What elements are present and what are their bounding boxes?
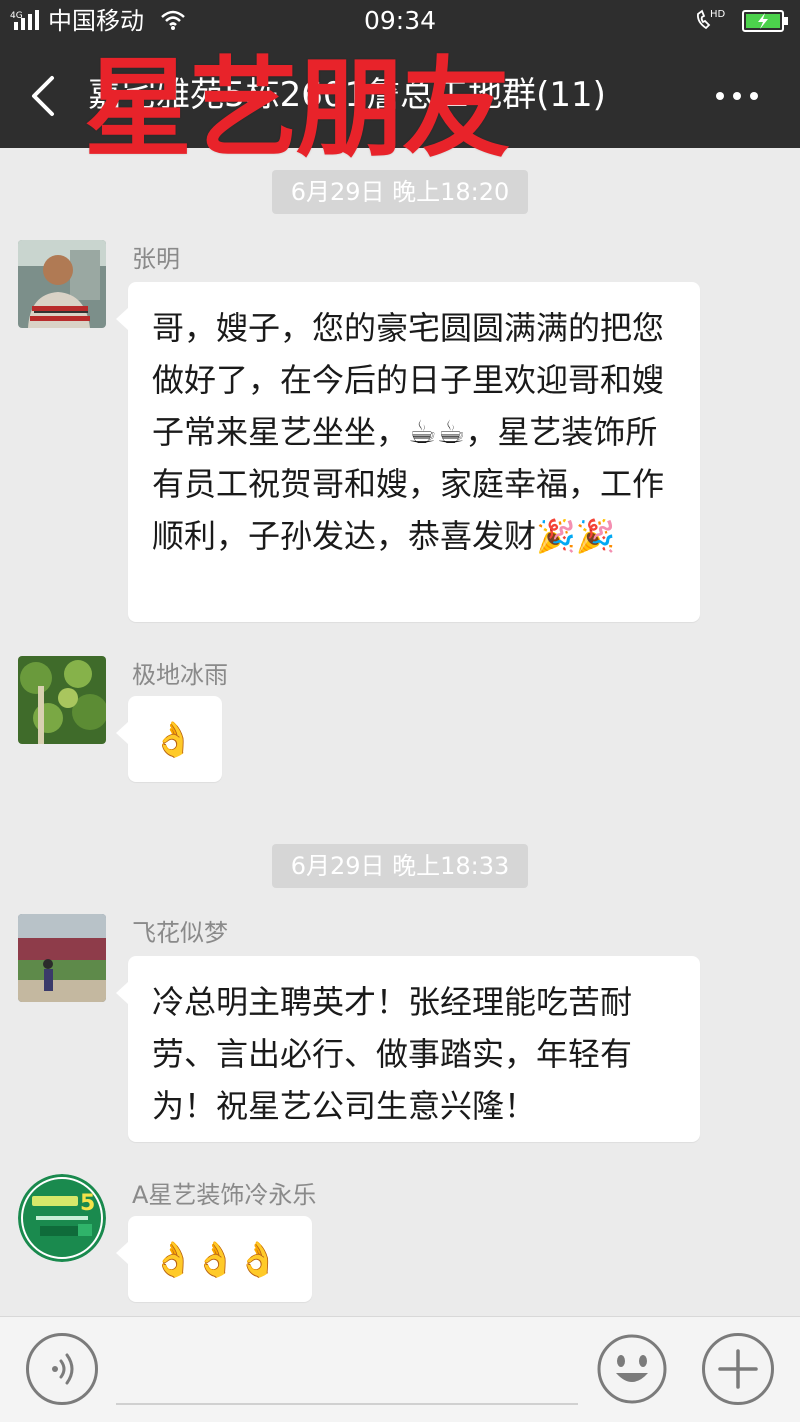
avatar-badge-text: 5 — [80, 1191, 95, 1216]
voice-icon — [52, 1353, 74, 1385]
watermark-text: 星艺朋友 — [84, 47, 510, 172]
message-bubble[interactable]: 👌 — [116, 696, 222, 782]
status-bar: 4G 中国移动 09:34 HD — [0, 0, 800, 42]
hd-call-icon: HD — [697, 9, 726, 30]
message-bubble[interactable]: 哥，嫂子，您的豪宅圆圆满满的把您做好了，在今后的日子里欢迎哥和嫂子常来星艺坐坐，… — [116, 282, 700, 622]
battery-charging-icon — [742, 10, 788, 32]
avatar[interactable]: 5 — [18, 1174, 106, 1262]
emoji-icon[interactable] — [596, 1333, 668, 1405]
timestamp: 6月29日 晚上18:20 — [272, 170, 528, 214]
input-bar — [0, 1316, 800, 1422]
message-bubble[interactable]: 冷总明主聘英才！张经理能吃苦耐劳、言出必行、做事踏实，年轻有为！祝星艺公司生意兴… — [116, 956, 700, 1142]
clock: 09:34 — [363, 6, 437, 35]
message-text: 冷总明主聘英才！张经理能吃苦耐劳、言出必行、做事踏实，年轻有为！祝星艺公司生意兴… — [152, 983, 633, 1125]
message-input[interactable] — [116, 1403, 578, 1405]
more-icon[interactable] — [714, 90, 760, 102]
avatar[interactable] — [18, 656, 106, 744]
plus-button[interactable] — [702, 1333, 774, 1405]
message-text: 👌👌👌 — [152, 1240, 280, 1280]
message-bubble[interactable]: 👌👌👌 — [116, 1216, 312, 1302]
avatar[interactable] — [18, 914, 106, 1002]
plus-icon — [718, 1349, 758, 1389]
timestamp: 6月29日 晚上18:33 — [272, 844, 528, 888]
hd-badge: HD — [710, 9, 726, 20]
chat-area[interactable]: 6月29日 晚上18:20 张明 哥，嫂子，您的豪宅圆圆满满的把您做好了，在今后… — [0, 148, 800, 1316]
message-text: 👌 — [152, 720, 195, 760]
voice-button[interactable] — [26, 1333, 98, 1405]
sender-name: 张明 — [132, 245, 180, 273]
sender-name: A星艺装饰冷永乐 — [132, 1181, 317, 1209]
sender-name: 极地冰雨 — [132, 661, 228, 689]
message-text: 哥，嫂子，您的豪宅圆圆满满的把您做好了，在今后的日子里欢迎哥和嫂子常来星艺坐坐，… — [152, 309, 665, 555]
back-arrow-icon[interactable] — [26, 74, 60, 118]
avatar[interactable] — [18, 240, 106, 328]
sender-name: 飞花似梦 — [132, 919, 228, 947]
